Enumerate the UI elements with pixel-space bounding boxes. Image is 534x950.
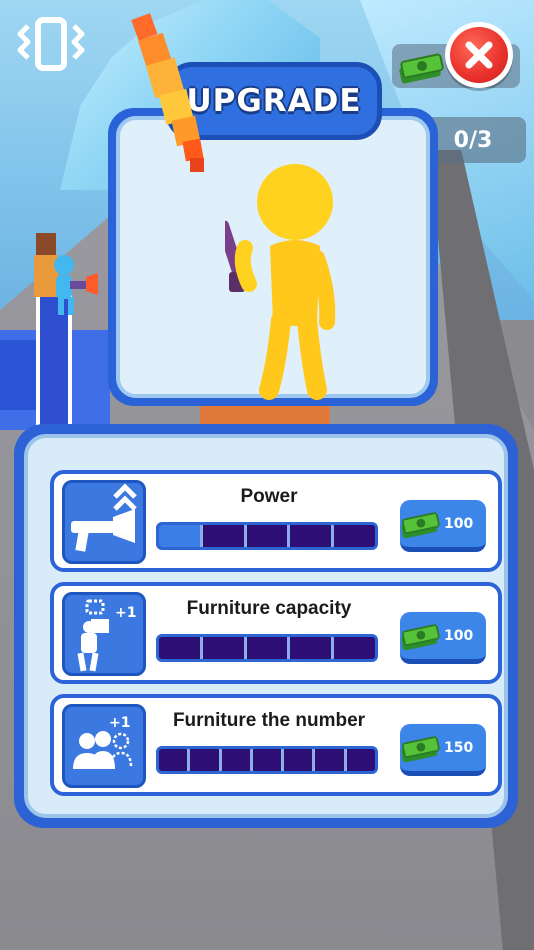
vibrate-button[interactable]	[14, 14, 88, 74]
upgrade-row-furniture-number: +1 Furniture the number 150	[50, 694, 502, 796]
furniture-number-level-bar	[156, 746, 378, 774]
close-x-icon	[465, 41, 493, 69]
vibrate-phone-icon	[17, 17, 85, 71]
add-people-plus-one-icon: +1	[62, 704, 146, 788]
cash-stack-icon	[401, 735, 440, 762]
level-segment	[202, 525, 247, 547]
level-segment	[190, 749, 222, 771]
svg-text:+1: +1	[115, 605, 136, 621]
blue-block-shadow	[0, 340, 36, 410]
level-segment	[252, 749, 285, 771]
cash-stack-icon	[399, 53, 444, 84]
flamethrower-upgrade-icon	[62, 480, 146, 564]
buy-power-button[interactable]: 100	[400, 500, 486, 552]
power-level-bar	[156, 522, 378, 550]
price-furniture-capacity: 100	[444, 627, 474, 644]
upgrade-label-furniture-number: Furniture the number	[172, 710, 366, 731]
level-segment	[284, 749, 316, 771]
upgrade-label-power: Power	[240, 486, 298, 507]
svg-text:+1: +1	[109, 715, 130, 731]
upgrades-panel: Power 100 +1 Furniture capacity 100 +1 F…	[14, 424, 518, 828]
level-segment	[334, 637, 375, 659]
level-segment	[315, 749, 347, 771]
level-segment	[246, 525, 291, 547]
buy-furniture-number-button[interactable]: 150	[400, 724, 486, 776]
buy-furniture-capacity-button[interactable]: 100	[400, 612, 486, 664]
upgrade-row-power: Power 100	[50, 470, 502, 572]
carry-box-plus-one-icon: +1	[62, 592, 146, 676]
level-segment	[290, 525, 335, 547]
level-segment	[159, 525, 203, 547]
upgrade-row-furniture-capacity: +1 Furniture capacity 100	[50, 582, 502, 684]
level-segment	[221, 749, 253, 771]
level-segment	[334, 525, 375, 547]
level-segment	[290, 637, 335, 659]
hero-character-icon	[225, 164, 336, 400]
progress-text: 0/3	[453, 127, 493, 153]
upgrade-label-furniture-capacity: Furniture capacity	[186, 598, 352, 619]
level-segment	[202, 637, 247, 659]
level-segment	[159, 637, 203, 659]
enemy-character-icon	[34, 233, 98, 315]
close-button[interactable]	[445, 22, 513, 88]
price-power: 100	[444, 515, 474, 532]
flame-icon	[131, 13, 204, 172]
level-segment	[246, 637, 291, 659]
level-segment	[159, 749, 191, 771]
level-segment	[346, 749, 375, 771]
cash-stack-icon	[401, 511, 440, 538]
upgrades-panel-inner: Power 100 +1 Furniture capacity 100 +1 F…	[24, 434, 508, 818]
furniture-capacity-level-bar	[156, 634, 378, 662]
cash-stack-icon	[401, 623, 440, 650]
price-furniture-number: 150	[444, 739, 474, 756]
